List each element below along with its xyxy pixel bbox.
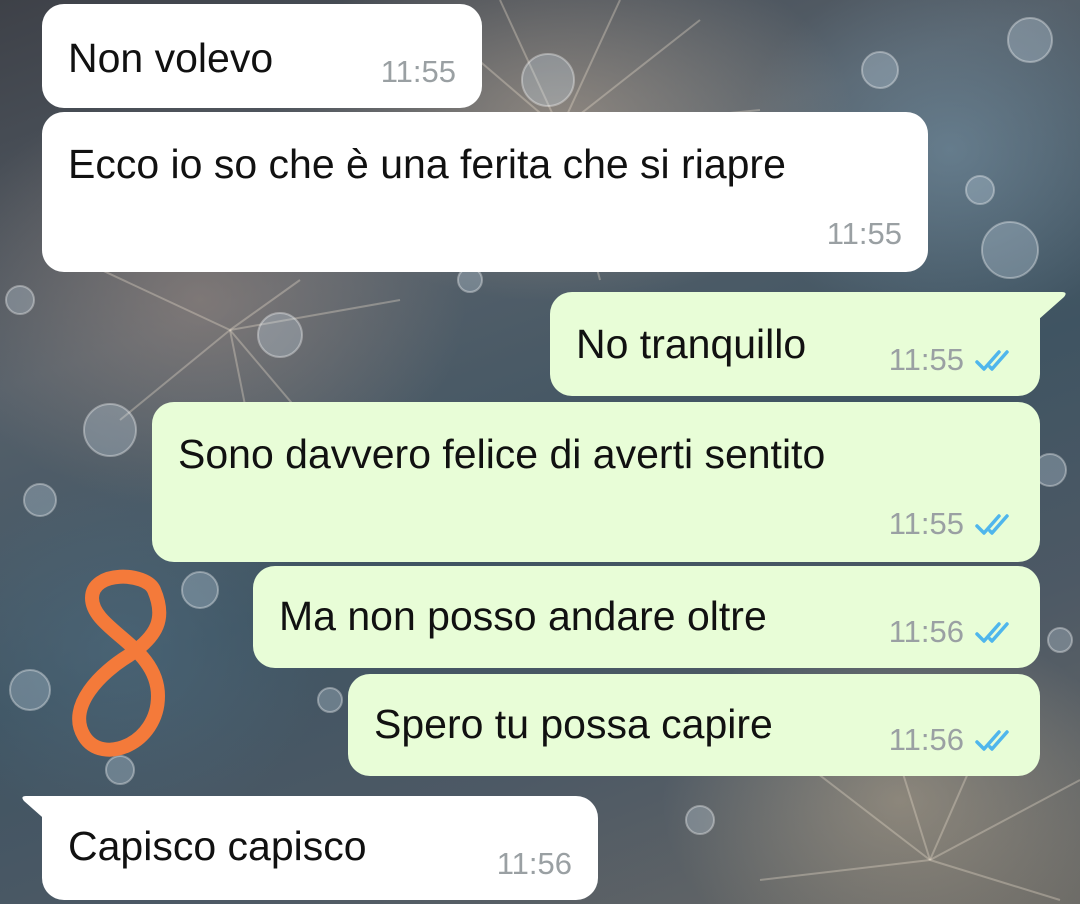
message-meta: 11:55 <box>889 508 1018 539</box>
message-text: Ecco io so che è una ferita che si riapr… <box>68 141 786 187</box>
incoming-message[interactable]: Capisco capisco 11:56 <box>42 796 598 900</box>
message-meta: 11:56 <box>889 616 1018 647</box>
message-text: Ma non posso andare oltre <box>279 593 767 639</box>
message-meta: 11:56 <box>889 724 1018 755</box>
message-time: 11:56 <box>888 722 964 757</box>
incoming-message[interactable]: Non volevo 11:55 <box>42 4 482 108</box>
incoming-message[interactable]: Ecco io so che è una ferita che si riapr… <box>42 112 928 272</box>
message-meta: 11:55 <box>827 218 902 249</box>
message-time: 11:55 <box>826 216 902 251</box>
message-time: 11:55 <box>380 54 456 89</box>
handwritten-eight-annotation <box>72 569 167 757</box>
outgoing-message[interactable]: Sono davvero felice di averti sentito 11… <box>152 402 1040 562</box>
message-meta: 11:55 <box>381 56 456 87</box>
message-text: Spero tu possa capire <box>374 701 773 747</box>
double-check-read-icon <box>975 349 1009 371</box>
double-check-read-icon <box>975 729 1009 751</box>
message-time: 11:55 <box>888 506 964 541</box>
outgoing-message[interactable]: Spero tu possa capire 11:56 <box>348 674 1040 776</box>
message-text: Sono davvero felice di averti sentito <box>178 431 826 477</box>
message-text: Non volevo <box>68 35 274 81</box>
message-time: 11:56 <box>888 614 964 649</box>
message-meta: 11:56 <box>497 848 572 879</box>
message-time: 11:55 <box>888 342 964 377</box>
outgoing-message[interactable]: No tranquillo 11:55 <box>550 292 1040 396</box>
message-text: Capisco capisco <box>68 823 367 869</box>
message-list[interactable]: Non volevo 11:55 Ecco io so che è una fe… <box>0 0 1080 904</box>
message-time: 11:56 <box>496 846 572 881</box>
double-check-read-icon <box>975 621 1009 643</box>
message-meta: 11:55 <box>889 344 1018 375</box>
bubble-tail <box>1038 292 1066 320</box>
message-text: No tranquillo <box>576 321 807 367</box>
double-check-read-icon <box>975 513 1009 535</box>
outgoing-message[interactable]: Ma non posso andare oltre 11:56 <box>253 566 1040 668</box>
